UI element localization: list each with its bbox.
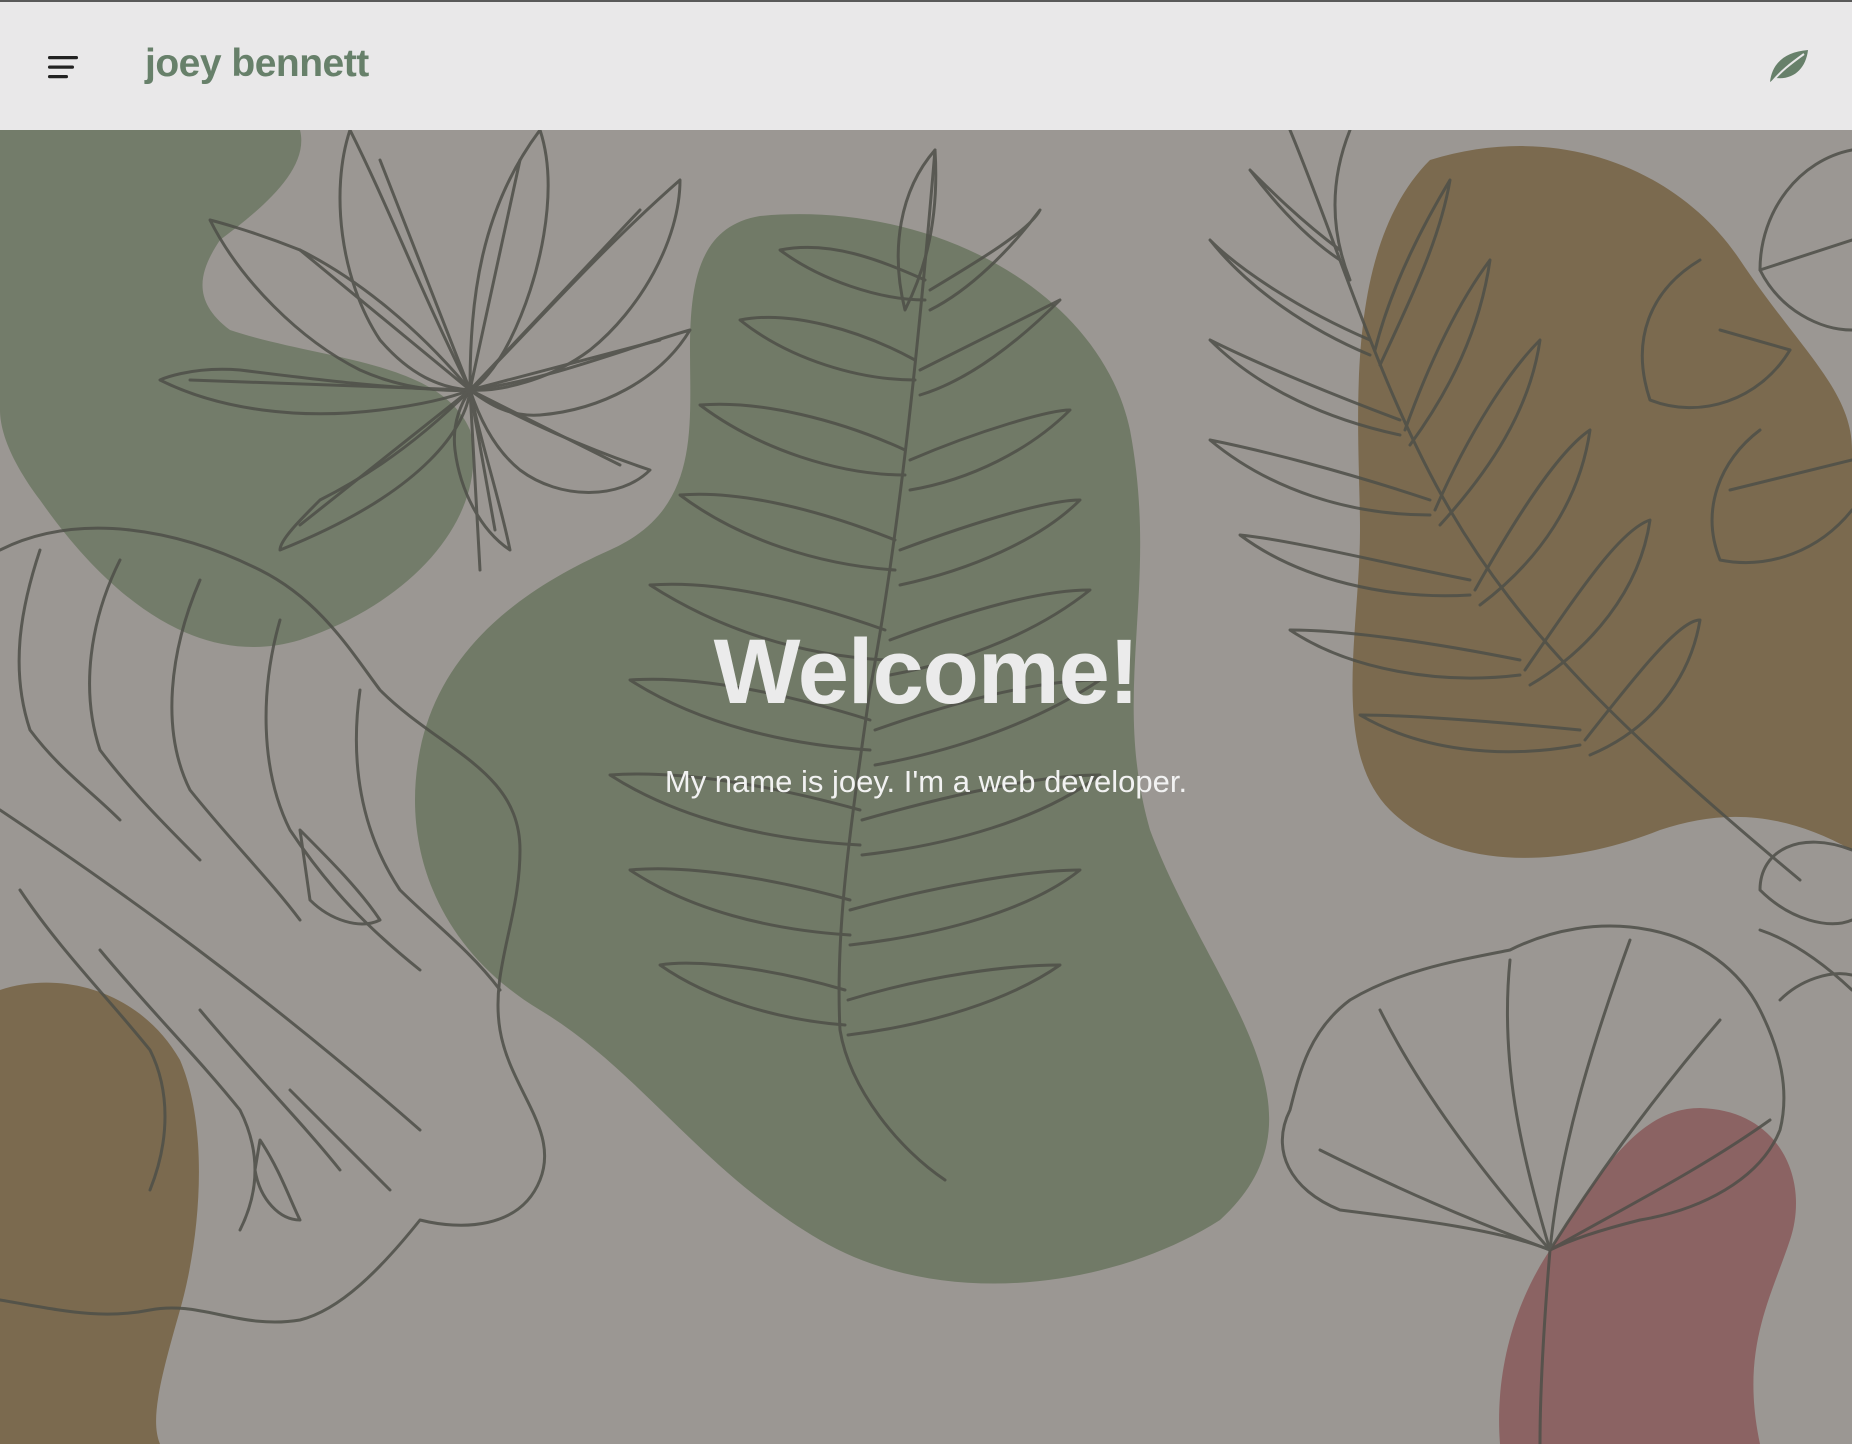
- page: joey bennett Welcome! My name is joey. I…: [0, 0, 1852, 1444]
- site-title[interactable]: joey bennett: [145, 42, 369, 86]
- hero-subheading: My name is joey. I'm a web developer.: [664, 764, 1188, 799]
- hamburger-menu-icon: [48, 56, 78, 79]
- leaf-icon: [1770, 50, 1808, 83]
- hero-section: Welcome! My name is joey. I'm a web deve…: [0, 130, 1852, 1444]
- hero-heading: Welcome!: [713, 621, 1140, 723]
- brand-leaf-button[interactable]: [1766, 46, 1812, 86]
- app-bar: joey bennett: [0, 2, 1852, 130]
- menu-button[interactable]: [40, 44, 86, 90]
